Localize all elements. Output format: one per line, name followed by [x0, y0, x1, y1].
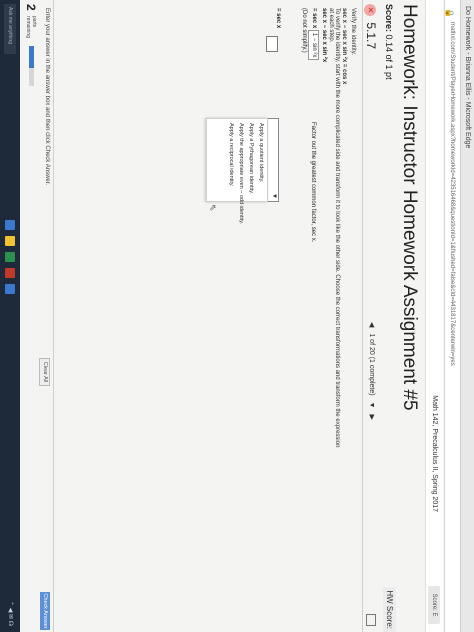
question-navigator: ◀ 1 of 20 (1 complete) ▼ ▶ [368, 322, 376, 424]
score-button[interactable]: Score: E [428, 586, 440, 624]
incorrect-icon: ✕ [364, 4, 377, 16]
folder-icon[interactable] [5, 236, 15, 246]
parts-label: parts [31, 16, 37, 28]
clear-all-button[interactable]: Clear All [39, 358, 50, 386]
course-name: Math 142, Precalculus II, Spring 2017 [431, 395, 438, 512]
question-position[interactable]: 1 of 20 (1 complete) [368, 333, 375, 395]
step-2: = sec x 1 − sin ²x [308, 8, 319, 62]
score-label: Score: [384, 4, 394, 33]
url-text: mathxl.com/Student/PlayerHomework.aspx?h… [449, 22, 455, 366]
problem-instruction: Verify the identity. sec x − sec x sin ²… [341, 8, 356, 84]
browser-title-bar: Do Homework - Brianna Ellis - Microsoft … [460, 0, 474, 632]
taskbar: Ask me anything ⌃ ◀ ✉ ☊ [0, 0, 20, 632]
divider [362, 0, 363, 632]
next-question-icon[interactable]: ▶ [368, 414, 375, 419]
screen: Do Homework - Brianna Ellis - Microsoft … [0, 0, 474, 632]
score-line: Score: 0.14 of 1 pt [384, 4, 394, 80]
step-3-prefix: = sec x [275, 8, 281, 29]
dropdown-option[interactable]: Apply a quotient identity. [257, 119, 267, 201]
mouse-cursor-icon: ⇖ [208, 204, 218, 212]
grid-icon[interactable] [366, 614, 376, 626]
browser-tab-title: Do Homework - Brianna Ellis - Microsoft … [464, 6, 471, 149]
address-bar[interactable]: 🔒 mathxl.com/Student/PlayerHomework.aspx… [444, 0, 460, 632]
answer-input-box[interactable] [266, 36, 278, 52]
question-list-caret-icon[interactable]: ▼ [368, 402, 375, 409]
divider [53, 0, 54, 632]
dropdown-option[interactable]: Apply a reciprocal identity. [227, 119, 237, 201]
step-1: sec x − sec x sin ²x [321, 8, 327, 63]
chevron-down-icon: ▼ [271, 193, 277, 199]
parts-remaining-label: parts remaining [25, 16, 37, 38]
parts-remaining-count: 2 [24, 4, 38, 11]
work-steps: sec x − sec x sin ²x = sec x 1 − sin ²x … [273, 8, 328, 62]
remaining-label: remaining [25, 16, 31, 38]
hw-score-label: HW Score: [383, 587, 396, 632]
prev-question-icon[interactable]: ◀ [368, 322, 375, 327]
problem-description: To verify the identity, start with the m… [328, 8, 340, 448]
page-title: Homework: Instructor Homework Assignment… [399, 4, 420, 411]
word-icon[interactable] [5, 284, 15, 294]
dropdown-option[interactable]: Apply a Pythagorean identity. [247, 119, 257, 201]
check-answer-button[interactable]: Check Answer [40, 592, 50, 630]
lock-icon: 🔒 [445, 8, 454, 18]
edge-icon[interactable] [5, 220, 15, 230]
transformation-select[interactable]: ▼ [267, 118, 279, 202]
system-tray: ⌃ ◀ ✉ ☊ [7, 601, 13, 626]
store-icon[interactable] [5, 252, 15, 262]
factor-note: Factor out the greatest common factor, s… [310, 122, 316, 243]
question-number: ✕ 5.1.7 [364, 4, 378, 49]
progress-fill [29, 46, 34, 68]
identity-text: sec x − sec x sin ²x = cos x [341, 8, 347, 85]
question-number-text: 5.1.7 [364, 22, 378, 50]
step-2-answer: 1 − sin ²x [308, 29, 319, 61]
footer-message: Enter your answer in the answer box and … [44, 8, 50, 186]
progress-bar [29, 46, 34, 86]
step-2-prefix: = sec x [311, 8, 317, 29]
transformation-dropdown: Apply a quotient identity. Apply a Pytha… [206, 118, 268, 224]
score-value: 0.14 of 1 pt [384, 34, 394, 80]
course-header: Math 142, Precalculus II, Spring 2017 Sc… [425, 0, 443, 632]
step-2-note: (Do not simplify.) [301, 8, 307, 53]
taskbar-search[interactable]: Ask me anything [4, 4, 16, 54]
instruction-text: Verify the identity. [350, 8, 356, 55]
app-icon[interactable] [5, 268, 15, 278]
dropdown-option[interactable]: Apply the appropriate even – odd identit… [237, 119, 247, 224]
